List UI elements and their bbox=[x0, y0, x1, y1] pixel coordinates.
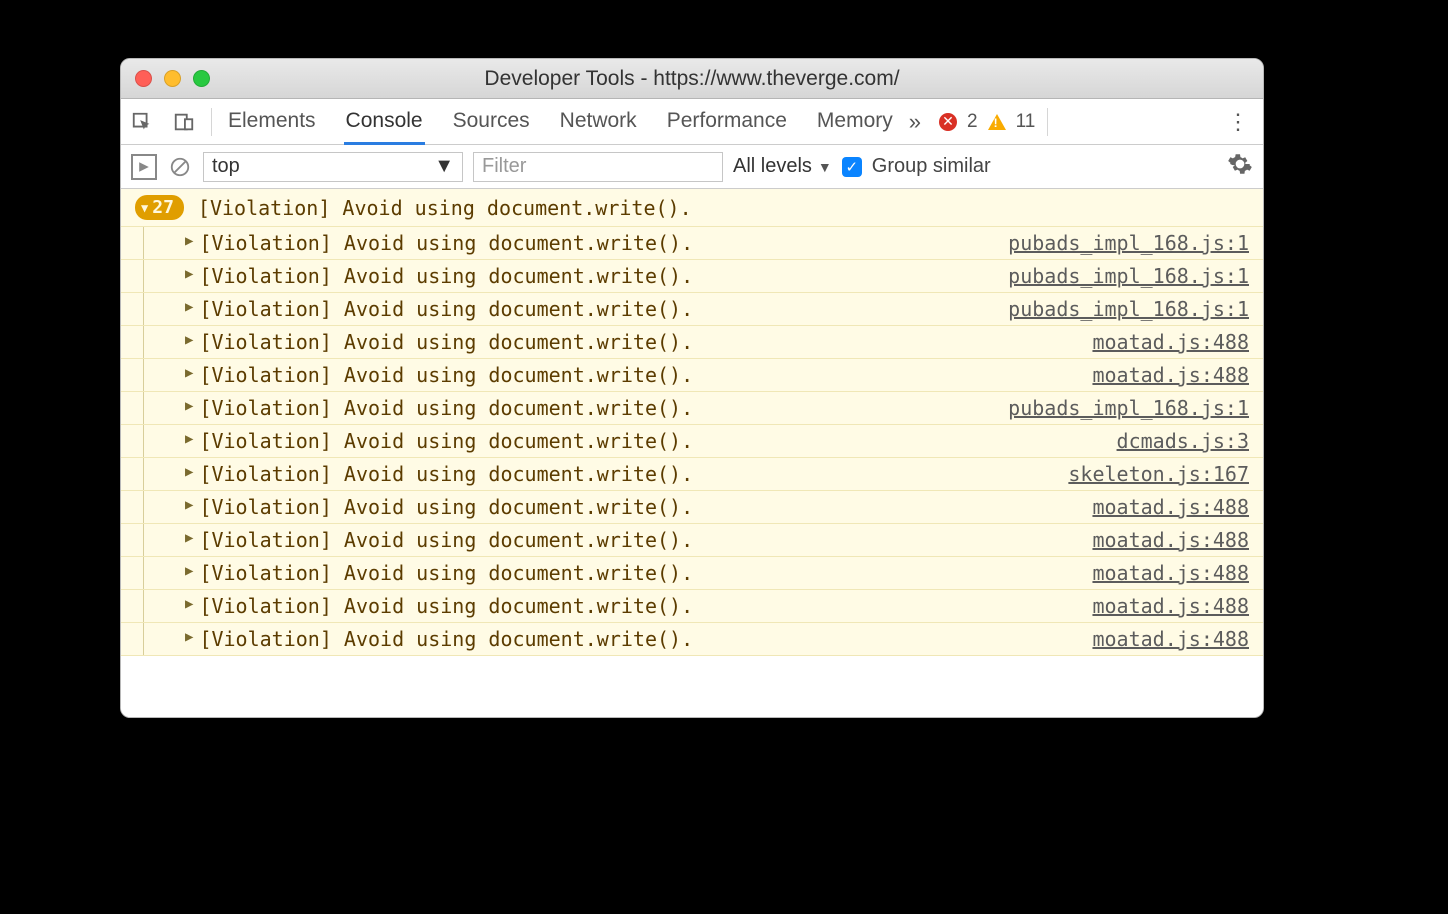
group-similar-label: Group similar bbox=[872, 155, 991, 178]
log-source-link[interactable]: pubads_impl_168.js:1 bbox=[1008, 231, 1249, 255]
log-message: [Violation] Avoid using document.write()… bbox=[199, 396, 693, 420]
tab-console[interactable]: Console bbox=[344, 99, 425, 145]
tab-memory[interactable]: Memory bbox=[815, 99, 895, 145]
tab-elements[interactable]: Elements bbox=[226, 99, 318, 145]
log-row[interactable]: ▶ [Violation] Avoid using document.write(… bbox=[121, 557, 1263, 590]
log-row[interactable]: ▶ [Violation] Avoid using document.write(… bbox=[121, 293, 1263, 326]
chevron-right-icon: ▶ bbox=[185, 266, 193, 282]
log-source-link[interactable]: moatad.js:488 bbox=[1092, 330, 1249, 354]
log-message: [Violation] Avoid using document.write()… bbox=[199, 561, 693, 585]
log-source-link[interactable]: skeleton.js:167 bbox=[1068, 462, 1249, 486]
log-row[interactable]: ▶ [Violation] Avoid using document.write(… bbox=[121, 392, 1263, 425]
levels-select[interactable]: All levels ▼ bbox=[733, 155, 832, 178]
settings-icon[interactable] bbox=[1227, 151, 1253, 183]
chevron-right-icon: ▶ bbox=[185, 398, 193, 414]
log-message: [Violation] Avoid using document.write()… bbox=[199, 528, 693, 552]
log-message: [Violation] Avoid using document.write()… bbox=[199, 330, 693, 354]
log-row[interactable]: ▶ [Violation] Avoid using document.write(… bbox=[121, 524, 1263, 557]
error-icon: ✕ bbox=[939, 113, 957, 131]
console-controls: top ▼ All levels ▼ ✓ Group similar bbox=[121, 145, 1263, 189]
log-row[interactable]: ▶ [Violation] Avoid using document.write(… bbox=[121, 425, 1263, 458]
log-message: [Violation] Avoid using document.write()… bbox=[199, 495, 693, 519]
tab-sources[interactable]: Sources bbox=[451, 99, 532, 145]
chevron-right-icon: ▶ bbox=[185, 530, 193, 546]
log-source-link[interactable]: moatad.js:488 bbox=[1092, 495, 1249, 519]
log-message: [Violation] Avoid using document.write()… bbox=[199, 462, 693, 486]
tab-network[interactable]: Network bbox=[558, 99, 639, 145]
log-message: [Violation] Avoid using document.write()… bbox=[199, 627, 693, 651]
group-count: 27 bbox=[152, 197, 174, 218]
log-source-link[interactable]: dcmads.js:3 bbox=[1117, 429, 1249, 453]
log-group-header[interactable]: ▼ 27 [Violation] Avoid using document.wr… bbox=[121, 189, 1263, 227]
warning-count: 11 bbox=[1016, 111, 1036, 133]
tab-performance[interactable]: Performance bbox=[665, 99, 789, 145]
log-source-link[interactable]: pubads_impl_168.js:1 bbox=[1008, 396, 1249, 420]
chevron-right-icon: ▶ bbox=[185, 233, 193, 249]
chevron-right-icon: ▶ bbox=[185, 563, 193, 579]
tab-separator bbox=[1047, 108, 1048, 136]
log-message: [Violation] Avoid using document.write()… bbox=[199, 594, 693, 618]
log-row[interactable]: ▶ [Violation] Avoid using document.write(… bbox=[121, 227, 1263, 260]
chevron-right-icon: ▶ bbox=[185, 332, 193, 348]
message-badges[interactable]: ✕ 2 11 bbox=[939, 111, 1041, 133]
chevron-right-icon: ▶ bbox=[185, 431, 193, 447]
chevron-right-icon: ▶ bbox=[185, 365, 193, 381]
device-icon[interactable] bbox=[163, 99, 205, 145]
log-source-link[interactable]: moatad.js:488 bbox=[1092, 561, 1249, 585]
tab-separator bbox=[211, 108, 212, 136]
window-title: Developer Tools - https://www.theverge.c… bbox=[121, 67, 1263, 91]
log-source-link[interactable]: moatad.js:488 bbox=[1092, 363, 1249, 387]
log-source-link[interactable]: pubads_impl_168.js:1 bbox=[1008, 264, 1249, 288]
more-tabs-icon[interactable]: » bbox=[909, 109, 921, 135]
tabs: Elements Console Sources Network Performance… bbox=[218, 99, 895, 145]
group-count-badge: ▼ 27 bbox=[135, 195, 184, 220]
log-source-link[interactable]: moatad.js:488 bbox=[1092, 594, 1249, 618]
log-row[interactable]: ▶ [Violation] Avoid using document.write(… bbox=[121, 458, 1263, 491]
chevron-down-icon: ▼ bbox=[818, 159, 832, 175]
filter-input[interactable] bbox=[473, 152, 723, 182]
log-row[interactable]: ▶ [Violation] Avoid using document.write(… bbox=[121, 260, 1263, 293]
log-row[interactable]: ▶ [Violation] Avoid using document.write(… bbox=[121, 326, 1263, 359]
tabbar: Elements Console Sources Network Performance… bbox=[121, 99, 1263, 145]
group-similar-checkbox[interactable]: ✓ bbox=[842, 157, 862, 177]
log-message: [Violation] Avoid using document.write()… bbox=[199, 231, 693, 255]
context-select[interactable]: top ▼ bbox=[203, 152, 463, 182]
log-source-link[interactable]: moatad.js:488 bbox=[1092, 627, 1249, 651]
chevron-right-icon: ▶ bbox=[185, 464, 193, 480]
log-message: [Violation] Avoid using document.write()… bbox=[199, 264, 693, 288]
kebab-menu-icon[interactable]: ⋮ bbox=[1227, 109, 1249, 135]
log-row[interactable]: ▶ [Violation] Avoid using document.write(… bbox=[121, 359, 1263, 392]
log-row[interactable]: ▶ [Violation] Avoid using document.write(… bbox=[121, 623, 1263, 656]
devtools-window: Developer Tools - https://www.theverge.c… bbox=[120, 58, 1264, 718]
titlebar: Developer Tools - https://www.theverge.c… bbox=[121, 59, 1263, 99]
log-message: [Violation] Avoid using document.write()… bbox=[199, 363, 693, 387]
show-console-drawer-icon[interactable] bbox=[131, 154, 157, 180]
error-count: 2 bbox=[967, 111, 978, 133]
chevron-down-icon: ▼ bbox=[141, 201, 148, 215]
group-message: [Violation] Avoid using document.write()… bbox=[198, 196, 692, 220]
chevron-right-icon: ▶ bbox=[185, 629, 193, 645]
clear-console-icon[interactable] bbox=[167, 154, 193, 180]
log-row[interactable]: ▶ [Violation] Avoid using document.write(… bbox=[121, 491, 1263, 524]
chevron-right-icon: ▶ bbox=[185, 299, 193, 315]
log-message: [Violation] Avoid using document.write()… bbox=[199, 429, 693, 453]
levels-label: All levels bbox=[733, 155, 812, 178]
context-value: top bbox=[212, 155, 240, 178]
chevron-down-icon: ▼ bbox=[434, 155, 454, 178]
chevron-right-icon: ▶ bbox=[185, 497, 193, 513]
chevron-right-icon: ▶ bbox=[185, 596, 193, 612]
console-output: ▼ 27 [Violation] Avoid using document.wr… bbox=[121, 189, 1263, 717]
log-message: [Violation] Avoid using document.write()… bbox=[199, 297, 693, 321]
log-source-link[interactable]: moatad.js:488 bbox=[1092, 528, 1249, 552]
log-source-link[interactable]: pubads_impl_168.js:1 bbox=[1008, 297, 1249, 321]
warning-icon bbox=[988, 114, 1006, 130]
inspect-icon[interactable] bbox=[121, 99, 163, 145]
log-row[interactable]: ▶ [Violation] Avoid using document.write(… bbox=[121, 590, 1263, 623]
